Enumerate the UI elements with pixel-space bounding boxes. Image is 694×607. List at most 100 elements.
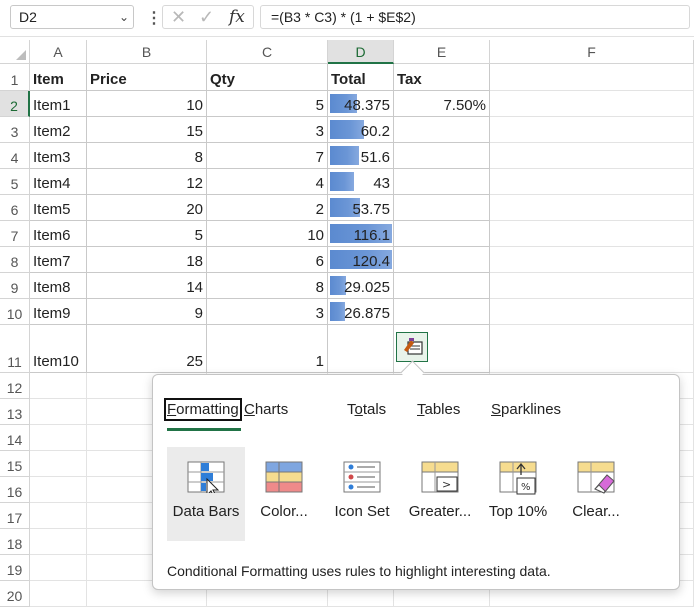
- tax-cell[interactable]: [394, 143, 490, 169]
- qty-cell[interactable]: 4: [207, 169, 328, 195]
- item-cell[interactable]: Item9: [30, 299, 87, 325]
- item-cell[interactable]: Item10: [30, 325, 87, 373]
- qty-cell[interactable]: 1: [207, 325, 328, 373]
- tax-cell[interactable]: [394, 247, 490, 273]
- column-title-item[interactable]: Item: [30, 64, 87, 91]
- total-cell[interactable]: 29.025: [328, 273, 394, 299]
- row-header-5[interactable]: 5: [0, 169, 30, 195]
- chevron-down-icon[interactable]: ⌄: [119, 6, 129, 28]
- column-title-tax[interactable]: Tax: [394, 64, 490, 91]
- quick-analysis-button[interactable]: [396, 332, 428, 362]
- enter-check-icon[interactable]: ✓: [199, 7, 214, 28]
- option-icon-set[interactable]: Icon Set: [323, 447, 401, 541]
- column-title-price[interactable]: Price: [87, 64, 207, 91]
- price-cell[interactable]: 8: [87, 143, 207, 169]
- tab-charts[interactable]: Charts: [244, 401, 288, 418]
- item-cell[interactable]: Item3: [30, 143, 87, 169]
- tax-cell[interactable]: 7.50%: [394, 91, 490, 117]
- row-header-1[interactable]: 1: [0, 64, 30, 91]
- total-cell[interactable]: 43: [328, 169, 394, 195]
- price-cell[interactable]: 12: [87, 169, 207, 195]
- row-header-9[interactable]: 9: [0, 273, 30, 299]
- row-header-12[interactable]: 12: [0, 373, 30, 399]
- tab-totals[interactable]: Totals: [347, 401, 386, 418]
- column-header-e[interactable]: E: [394, 40, 490, 64]
- option-color-scale[interactable]: Color...: [245, 447, 323, 541]
- total-cell[interactable]: [328, 325, 394, 373]
- cell[interactable]: [490, 64, 694, 91]
- qty-cell[interactable]: 7: [207, 143, 328, 169]
- total-cell[interactable]: 116.1: [328, 221, 394, 247]
- cell[interactable]: [30, 425, 87, 451]
- total-cell[interactable]: 120.4: [328, 247, 394, 273]
- name-box[interactable]: D2 ⌄: [10, 5, 134, 29]
- price-cell[interactable]: 25: [87, 325, 207, 373]
- option-clear-format[interactable]: Clear...: [557, 447, 635, 541]
- tax-cell[interactable]: [394, 195, 490, 221]
- row-header-8[interactable]: 8: [0, 247, 30, 273]
- column-header-d[interactable]: D: [328, 40, 394, 64]
- tab-formatting[interactable]: Formatting: [164, 398, 242, 421]
- formula-input[interactable]: =(B3 * C3) * (1 + $E$2): [260, 5, 690, 29]
- cell[interactable]: [490, 117, 694, 143]
- row-header-17[interactable]: 17: [0, 503, 30, 529]
- cell[interactable]: [490, 143, 694, 169]
- price-cell[interactable]: 18: [87, 247, 207, 273]
- cell[interactable]: [490, 273, 694, 299]
- cell[interactable]: [490, 169, 694, 195]
- item-cell[interactable]: Item6: [30, 221, 87, 247]
- tax-cell[interactable]: [394, 117, 490, 143]
- row-header-19[interactable]: 19: [0, 555, 30, 581]
- row-header-13[interactable]: 13: [0, 399, 30, 425]
- qty-cell[interactable]: 10: [207, 221, 328, 247]
- option-top-10[interactable]: % Top 10%: [479, 447, 557, 541]
- column-title-total[interactable]: Total: [328, 64, 394, 91]
- cell[interactable]: [30, 555, 87, 581]
- tax-cell[interactable]: [394, 221, 490, 247]
- column-header-b[interactable]: B: [87, 40, 207, 64]
- row-header-4[interactable]: 4: [0, 143, 30, 169]
- row-header-18[interactable]: 18: [0, 529, 30, 555]
- price-cell[interactable]: 20: [87, 195, 207, 221]
- column-title-qty[interactable]: Qty: [207, 64, 328, 91]
- qty-cell[interactable]: 3: [207, 117, 328, 143]
- tax-cell[interactable]: [394, 169, 490, 195]
- cell[interactable]: [30, 451, 87, 477]
- option-data-bars[interactable]: Data Bars: [167, 447, 245, 541]
- row-header-15[interactable]: 15: [0, 451, 30, 477]
- item-cell[interactable]: Item4: [30, 169, 87, 195]
- row-header-10[interactable]: 10: [0, 299, 30, 325]
- total-cell[interactable]: 53.75: [328, 195, 394, 221]
- column-header-c[interactable]: C: [207, 40, 328, 64]
- row-header-20[interactable]: 20: [0, 581, 30, 607]
- tax-cell[interactable]: [394, 299, 490, 325]
- cancel-icon[interactable]: ✕: [171, 7, 186, 28]
- total-cell[interactable]: 51.6: [328, 143, 394, 169]
- column-header-a[interactable]: A: [30, 40, 87, 64]
- cell[interactable]: [490, 91, 694, 117]
- column-header-f[interactable]: F: [490, 40, 694, 64]
- qty-cell[interactable]: 6: [207, 247, 328, 273]
- row-header-7[interactable]: 7: [0, 221, 30, 247]
- cell[interactable]: [30, 529, 87, 555]
- row-header-14[interactable]: 14: [0, 425, 30, 451]
- cell[interactable]: [490, 247, 694, 273]
- cell[interactable]: [30, 477, 87, 503]
- tab-tables[interactable]: Tables: [417, 401, 460, 418]
- item-cell[interactable]: Item8: [30, 273, 87, 299]
- price-cell[interactable]: 5: [87, 221, 207, 247]
- item-cell[interactable]: Item1: [30, 91, 87, 117]
- item-cell[interactable]: Item7: [30, 247, 87, 273]
- cell[interactable]: [490, 299, 694, 325]
- tab-sparklines[interactable]: Sparklines: [491, 401, 561, 418]
- cell[interactable]: [490, 221, 694, 247]
- option-greater-than[interactable]: > Greater...: [401, 447, 479, 541]
- qty-cell[interactable]: 2: [207, 195, 328, 221]
- insert-function-icon[interactable]: fx: [229, 7, 245, 27]
- price-cell[interactable]: 10: [87, 91, 207, 117]
- row-header-16[interactable]: 16: [0, 477, 30, 503]
- qty-cell[interactable]: 5: [207, 91, 328, 117]
- item-cell[interactable]: Item5: [30, 195, 87, 221]
- total-cell[interactable]: 60.2: [328, 117, 394, 143]
- more-options-icon[interactable]: ⋮: [146, 8, 162, 28]
